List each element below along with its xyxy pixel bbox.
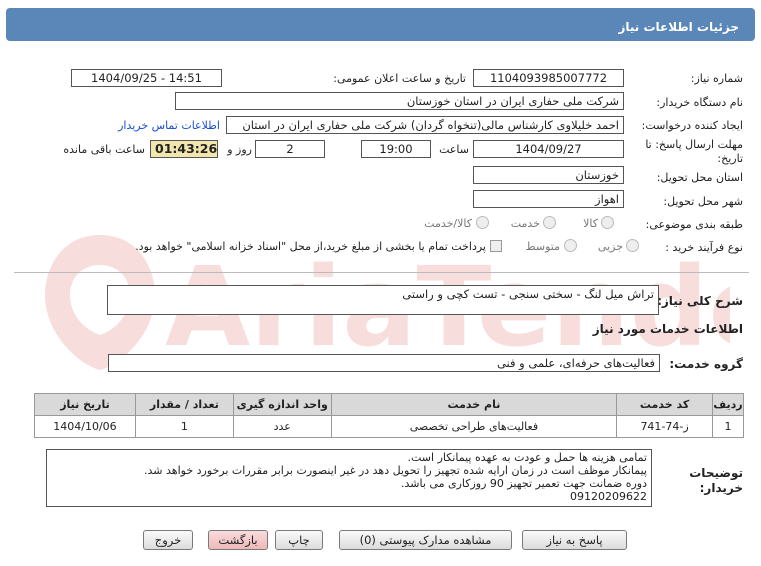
deadline-time-field: 19:00: [361, 140, 431, 158]
col-header-unit: واحد اندازه گیری: [232, 393, 332, 416]
service-group-label: گروه خدمت:: [669, 357, 743, 371]
col-header-quantity: تعداد / مقدار: [134, 393, 234, 416]
page-title: جزئیات اطلاعات نیاز: [618, 20, 739, 34]
cell-quantity: 1: [134, 415, 234, 438]
process-medium-radio[interactable]: [564, 239, 577, 252]
notes-line: تمامی هزینه ها حمل و عودت به عهده پیمانک…: [407, 451, 648, 464]
notes-line: دوره ضمانت جهت تعمیر تجهیز 90 روزکاری می…: [401, 477, 647, 490]
summary-label: شرح کلی نیاز:: [657, 294, 743, 308]
divider: [14, 272, 749, 273]
category-goods-service-label: کالا/خدمت: [424, 217, 472, 230]
notes-line: پیمانکار موظف است در زمان ارایه شده تجهی…: [144, 464, 647, 477]
category-goods-radio[interactable]: [601, 216, 614, 229]
category-label: طبقه بندی موضوعی:: [645, 218, 743, 231]
col-header-service-name: نام خدمت: [330, 393, 618, 416]
cell-service-name: فعالیت‌های طراحی تخصصی: [330, 415, 618, 438]
need-number-label: شماره نیاز:: [690, 72, 743, 85]
col-header-need-date: تاریخ نیاز: [34, 393, 136, 416]
contact-buyer-link[interactable]: اطلاعات تماس خریدار: [112, 119, 220, 132]
table-row: 1 ز-74-741 فعالیت‌های طراحی تخصصی عدد 1 …: [34, 415, 744, 438]
cell-need-date: 1404/10/06: [34, 415, 136, 438]
services-table: ردیف کد خدمت نام خدمت واحد اندازه گیری ت…: [34, 393, 744, 438]
remaining-label: ساعت باقی مانده: [63, 143, 145, 156]
notes-label: توضیحات: [689, 466, 743, 480]
process-label: نوع فرآیند خرید :: [665, 241, 743, 254]
cell-row-num: 1: [712, 415, 744, 438]
days-label: روز و: [227, 143, 252, 156]
category-service-radio[interactable]: [543, 216, 556, 229]
process-medium-label: متوسط: [525, 240, 560, 253]
page-title-bar: جزئیات اطلاعات نیاز: [6, 8, 755, 41]
table-header-row: ردیف کد خدمت نام خدمت واحد اندازه گیری ت…: [34, 393, 744, 416]
need-number-field: 1104093985007772: [473, 69, 624, 87]
city-label: شهر محل تحویل:: [663, 195, 743, 208]
category-service-label: خدمت: [510, 217, 540, 230]
cell-unit: عدد: [232, 415, 332, 438]
exit-button[interactable]: خروج: [143, 530, 193, 550]
deadline-date-label: تاریخ:: [717, 152, 743, 165]
services-section-title: اطلاعات خدمات مورد نیاز: [592, 322, 743, 336]
notes-label-2: خریدار:: [699, 481, 743, 495]
buyer-org-label: نام دستگاه خریدار:: [656, 96, 743, 109]
print-button[interactable]: چاپ: [275, 530, 323, 550]
deadline-time-label: ساعت: [439, 143, 469, 156]
province-label: استان محل تحویل:: [656, 171, 743, 184]
col-header-service-code: کد خدمت: [616, 393, 714, 416]
deadline-label: مهلت ارسال پاسخ: تا: [645, 138, 743, 151]
deadline-date-field: 1404/09/27: [473, 140, 624, 158]
days-field: 2: [255, 140, 325, 158]
notes-line: 09120209622: [570, 490, 647, 503]
treasury-note: پرداخت تمام یا بخشی از مبلغ خرید،از محل …: [135, 240, 486, 253]
creator-field: احمد خلیلاوی کارشناس مالی(تنخواه گردان) …: [226, 116, 624, 134]
process-minor-label: جزیی: [597, 240, 623, 253]
announce-label: تاریخ و ساعت اعلان عمومی:: [333, 72, 466, 85]
category-goods-service-radio[interactable]: [476, 216, 489, 229]
province-field: خوزستان: [473, 166, 624, 184]
service-group-field: فعالیت‌های حرفه‌ای، علمی و فنی: [108, 354, 660, 372]
treasury-checkbox[interactable]: [490, 240, 502, 252]
back-button[interactable]: بازگشت: [208, 530, 268, 550]
buyer-org-field: شرکت ملی حفاری ایران در استان خوزستان: [175, 92, 624, 110]
announce-field: 1404/09/25 - 14:51: [71, 69, 222, 87]
city-field: اهواز: [473, 190, 624, 208]
cell-service-code: ز-74-741: [616, 415, 714, 438]
attachments-button[interactable]: مشاهده مدارک پیوستی (0): [339, 530, 512, 550]
summary-textarea: تراش میل لنگ - سختی سنجی - تست کچی و راس…: [107, 285, 659, 315]
notes-textarea: تمامی هزینه ها حمل و عودت به عهده پیمانک…: [46, 449, 652, 507]
remaining-time-field: 01:43:26: [150, 140, 218, 158]
reply-button[interactable]: پاسخ به نیاز: [522, 530, 627, 550]
category-goods-label: کالا: [583, 217, 598, 230]
process-minor-radio[interactable]: [626, 239, 639, 252]
col-header-row-num: ردیف: [712, 393, 744, 416]
creator-label: ایجاد کننده درخواست:: [641, 119, 743, 132]
